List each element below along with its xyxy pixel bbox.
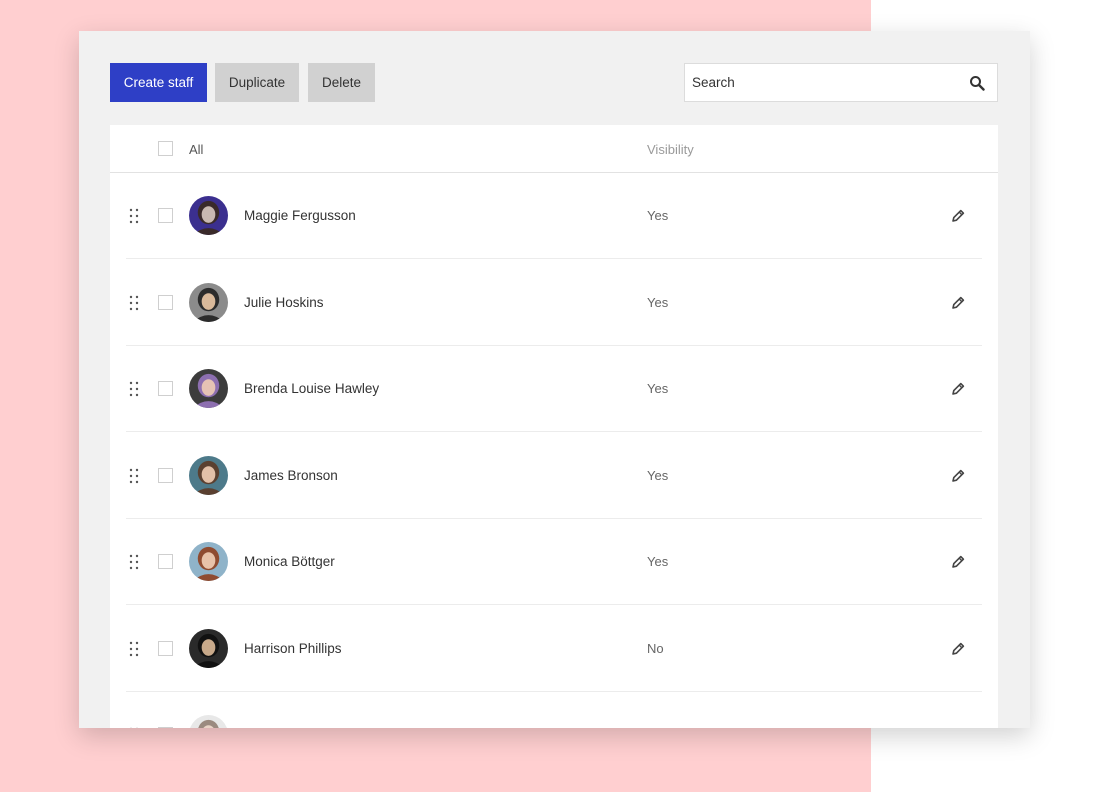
edit-pencil-icon[interactable] — [950, 208, 966, 224]
edit-pencil-icon[interactable] — [950, 381, 966, 397]
drag-handle-icon[interactable] — [129, 554, 139, 570]
edit-pencil-icon[interactable] — [950, 641, 966, 657]
visibility-value: Yes — [647, 208, 669, 223]
drag-handle-icon[interactable] — [129, 208, 139, 224]
visibility-value: No — [647, 640, 664, 656]
edit-pencil-icon[interactable] — [950, 554, 966, 570]
search-box — [684, 63, 998, 102]
select-all-checkbox[interactable] — [158, 141, 173, 156]
avatar — [189, 715, 228, 728]
table-row: Julie Hoskins Yes — [110, 260, 998, 346]
drag-handle-icon[interactable] — [129, 468, 139, 484]
table-row: Harrison Phillips No — [110, 606, 998, 692]
table-row: Monica Böttger Yes — [110, 519, 998, 605]
select-all-label: All — [189, 142, 204, 157]
avatar — [189, 282, 228, 322]
avatar — [189, 542, 228, 581]
row-checkbox[interactable] — [158, 554, 173, 569]
row-checkbox[interactable] — [158, 381, 173, 396]
row-checkbox[interactable] — [158, 640, 173, 656]
visibility-column-header: Visibility — [647, 142, 694, 157]
visibility-value: Yes — [647, 467, 669, 483]
avatar — [189, 455, 228, 495]
row-checkbox[interactable] — [158, 208, 173, 223]
search-icon[interactable] — [969, 75, 985, 91]
drag-handle-icon[interactable] — [129, 295, 139, 311]
table-row: James Bronson Yes — [110, 433, 998, 519]
drag-handle-icon[interactable] — [129, 727, 139, 728]
drag-handle-icon[interactable] — [129, 641, 139, 657]
visibility-value: Yes — [647, 294, 669, 310]
staff-name: Monica Böttger — [244, 554, 335, 569]
toolbar: Create staff Duplicate Delete — [110, 63, 998, 102]
row-checkbox[interactable] — [158, 467, 173, 483]
staff-name: James Bronson — [244, 467, 338, 483]
staff-name: Julie Hoskins — [244, 294, 324, 310]
table-header: All Visibility — [110, 125, 998, 173]
row-checkbox[interactable] — [158, 727, 173, 728]
edit-pencil-icon[interactable] — [950, 727, 966, 728]
staff-name: Harrison Phillips — [244, 640, 342, 656]
table-row — [110, 692, 998, 728]
visibility-value: Yes — [647, 381, 669, 396]
search-input[interactable] — [685, 64, 962, 101]
delete-button[interactable]: Delete — [308, 63, 375, 102]
avatar — [189, 196, 228, 235]
staff-name: Brenda Louise Hawley — [244, 381, 380, 396]
avatar — [189, 369, 228, 408]
drag-handle-icon[interactable] — [129, 381, 139, 397]
create-staff-button[interactable]: Create staff — [110, 63, 207, 102]
table-row: Brenda Louise Hawley Yes — [110, 346, 998, 432]
row-checkbox[interactable] — [158, 294, 173, 310]
table-row: Maggie Fergusson Yes — [110, 173, 998, 259]
staff-name: Maggie Fergusson — [244, 208, 356, 223]
visibility-value: Yes — [647, 554, 669, 569]
staff-table: All Visibility Maggie Fergusson Yes Juli… — [110, 125, 998, 728]
duplicate-button[interactable]: Duplicate — [215, 63, 299, 102]
staff-panel: Create staff Duplicate Delete All Visibi… — [79, 31, 1030, 728]
avatar — [189, 628, 228, 668]
edit-pencil-icon[interactable] — [950, 295, 966, 311]
edit-pencil-icon[interactable] — [950, 468, 966, 484]
